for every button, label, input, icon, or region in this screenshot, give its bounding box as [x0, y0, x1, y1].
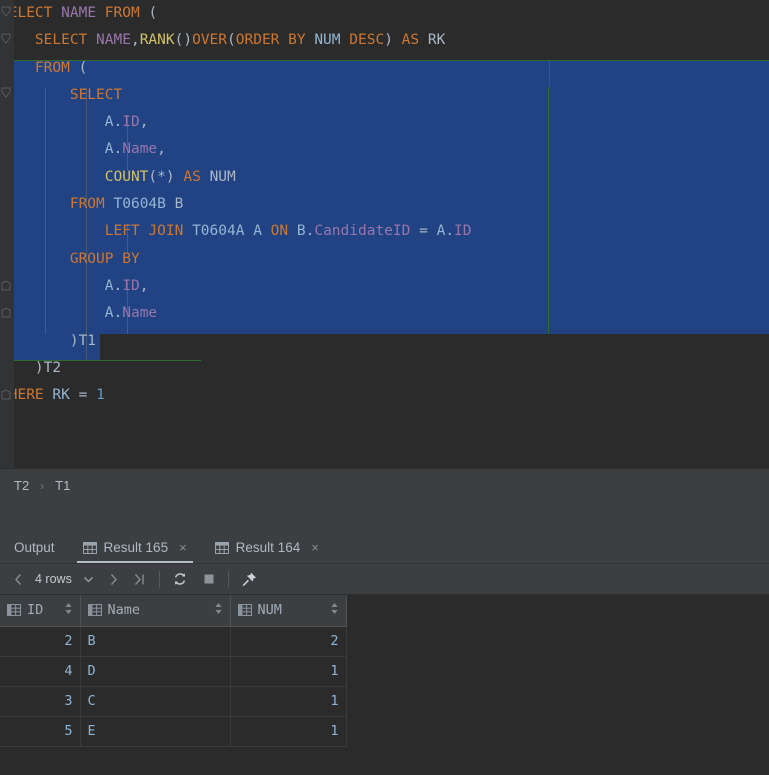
tab-label: Result 164	[235, 540, 301, 555]
table-row[interactable]: 3C1	[0, 686, 347, 717]
code-line: A.ID,	[104, 277, 149, 294]
column-grid-icon	[237, 604, 252, 617]
editor-gutter[interactable]	[0, 0, 14, 468]
close-icon[interactable]: ×	[179, 540, 187, 555]
sql-ide-window: SELECT NAME FROM ( SELECT NAME,RANK()OVE…	[0, 0, 769, 775]
code-line: )T1	[69, 332, 97, 349]
cell-name[interactable]: B	[80, 626, 231, 657]
row-count-label[interactable]: 4 rows	[31, 572, 76, 586]
cell-id[interactable]: 5	[0, 716, 81, 747]
close-icon[interactable]: ×	[311, 540, 319, 555]
result-grid[interactable]: ID Name NUM 2 B 2 4 D 1 3 C 1 5 E 1	[0, 595, 769, 775]
code-line: A.Name,	[104, 141, 166, 158]
fold-marker-icon[interactable]	[1, 307, 13, 319]
code-line: SELECT NAME,RANK()OVER(ORDER BY NUM DESC…	[34, 32, 446, 49]
tab-result-164[interactable]: Result 164 ×	[201, 532, 333, 563]
rows-dropdown-button[interactable]	[76, 567, 101, 591]
toolbar-divider	[158, 570, 160, 588]
cell-id[interactable]: 3	[0, 686, 81, 717]
next-page-button[interactable]	[101, 567, 126, 591]
table-grid-icon	[82, 541, 97, 554]
column-header-name[interactable]: Name	[80, 595, 231, 627]
last-page-button[interactable]	[126, 567, 154, 591]
refresh-button[interactable]	[165, 567, 195, 591]
panel-spacer	[0, 502, 769, 532]
column-header-num[interactable]: NUM	[230, 595, 347, 627]
toolbar-divider	[227, 570, 229, 588]
cell-name[interactable]: E	[80, 716, 231, 747]
table-header-row: ID Name NUM	[0, 595, 347, 627]
pin-button[interactable]	[234, 567, 265, 591]
fold-arrow-icon[interactable]	[1, 6, 13, 18]
tab-output[interactable]: Output	[0, 532, 69, 563]
breadcrumb-item-t2[interactable]: T2	[12, 478, 31, 493]
table-body: 2B24D13C15E1	[0, 626, 347, 747]
code-line: SELECT	[69, 86, 123, 103]
sort-arrows-icon[interactable]	[330, 602, 339, 619]
prev-page-button[interactable]	[6, 567, 31, 591]
cell-name[interactable]: C	[80, 686, 231, 717]
sort-arrows-icon[interactable]	[214, 602, 223, 619]
fold-arrow-icon[interactable]	[1, 33, 13, 45]
tab-result-165[interactable]: Result 165 ×	[69, 532, 201, 563]
code-line: WHERE RK = 1	[0, 387, 105, 404]
tab-label: Output	[14, 540, 55, 555]
breadcrumb-item-t1[interactable]: T1	[53, 478, 72, 493]
code-line: A.ID,	[104, 114, 149, 131]
sql-editor[interactable]: SELECT NAME FROM ( SELECT NAME,RANK()OVE…	[0, 0, 769, 468]
result-toolbar: 4 rows	[0, 564, 769, 595]
column-header-label: ID	[27, 602, 44, 619]
tab-label: Result 165	[103, 540, 169, 555]
breadcrumb-separator-icon: ›	[40, 478, 45, 493]
column-grid-icon	[87, 604, 102, 617]
fold-marker-icon[interactable]	[1, 280, 13, 292]
table-row[interactable]: 4D1	[0, 656, 347, 687]
breadcrumb: T2 › T1	[0, 468, 769, 502]
code-content[interactable]: SELECT NAME FROM ( SELECT NAME,RANK()OVE…	[0, 0, 769, 409]
cell-num[interactable]: 1	[230, 686, 347, 717]
stop-button[interactable]	[195, 567, 223, 591]
code-line: COUNT(*) AS NUM	[104, 168, 236, 185]
code-line: LEFT JOIN T0604A A ON B.CandidateID = A.…	[104, 223, 472, 240]
code-line: SELECT NAME FROM (	[0, 5, 158, 21]
table-grid-icon	[214, 541, 229, 554]
table-row[interactable]: 5E1	[0, 716, 347, 747]
cell-num[interactable]: 1	[230, 716, 347, 747]
column-grid-icon	[7, 604, 21, 617]
code-line: A.Name	[104, 305, 158, 322]
result-table: ID Name NUM 2 B 2 4 D 1 3 C 1 5 E 1	[0, 595, 347, 747]
column-header-label: NUM	[257, 602, 282, 619]
cell-name[interactable]: D	[80, 656, 231, 687]
results-tab-bar: Output Result 165 × Result 164 ×	[0, 532, 769, 564]
cell-num[interactable]: 2	[230, 626, 347, 657]
code-line: FROM T0604B B	[69, 196, 184, 213]
code-line: FROM (	[34, 59, 88, 76]
sort-arrows-icon[interactable]	[64, 602, 73, 619]
fold-arrow-icon[interactable]	[1, 87, 13, 99]
cell-id[interactable]: 2	[0, 626, 81, 657]
cell-id[interactable]: 4	[0, 656, 81, 687]
code-line: )T2	[34, 359, 62, 376]
table-row[interactable]: 2B2	[0, 626, 347, 657]
cell-num[interactable]: 1	[230, 656, 347, 687]
column-header-id[interactable]: ID	[0, 595, 81, 627]
column-header-label: Name	[107, 602, 141, 619]
code-line: GROUP BY	[69, 250, 140, 267]
fold-marker-icon[interactable]	[1, 389, 13, 401]
